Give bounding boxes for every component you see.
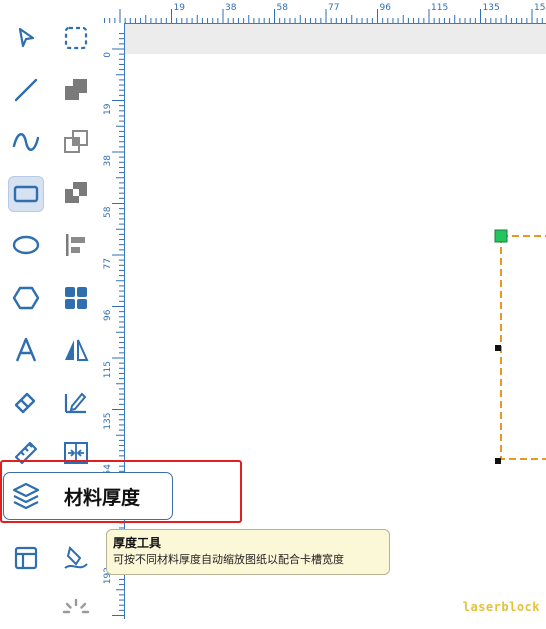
selection-bounds (500, 236, 546, 460)
ruler-top-label: 38 (225, 3, 237, 13)
ruler-left-label: 19 (103, 103, 113, 115)
grid-icon[interactable] (59, 281, 93, 315)
edit-node-icon[interactable] (59, 385, 93, 419)
subtract-icon[interactable] (59, 176, 93, 210)
brand-logo: laserblock (462, 600, 540, 614)
tooltip: 厚度工具 可按不同材料厚度自动缩放图纸以配合卡槽宽度 (106, 529, 390, 575)
intersect-icon[interactable] (59, 125, 93, 159)
resize-handle-left[interactable] (495, 345, 501, 351)
pen-tool-icon[interactable] (59, 541, 93, 575)
rectangle-icon[interactable] (8, 176, 44, 212)
material-thickness-label: 材料厚度 (64, 486, 141, 509)
line-icon[interactable] (9, 73, 43, 107)
ruler-top-label: 58 (277, 3, 289, 13)
layers-icon (12, 482, 40, 510)
ruler-left-label: 58 (103, 206, 113, 218)
ruler-top-label: 77 (328, 3, 339, 13)
tooltip-body: 可按不同材料厚度自动缩放图纸以配合卡槽宽度 (113, 553, 344, 566)
ruler-top-label: 154 (534, 3, 546, 13)
horizontal-ruler: 19 38 58 77 96 115 135 154 (100, 0, 546, 24)
ruler-left-label: 0 (103, 52, 113, 58)
ruler-top-label: 19 (174, 3, 186, 13)
rotation-handle[interactable] (494, 229, 508, 243)
loading-icon (59, 595, 93, 629)
ruler-left-label: 96 (103, 309, 113, 321)
material-thickness-button[interactable]: 材料厚度 (3, 472, 173, 520)
ruler-top-label: 135 (483, 3, 500, 13)
ellipse-icon[interactable] (9, 228, 43, 262)
align-left-icon[interactable] (59, 228, 93, 262)
canvas-margin (125, 24, 546, 54)
ruler-top-label: 96 (380, 3, 392, 13)
ruler-left-label: 38 (103, 155, 113, 167)
dashed-select-icon[interactable] (59, 21, 93, 55)
union-icon[interactable] (59, 73, 93, 107)
resize-handle-bottom-left[interactable] (495, 458, 501, 464)
pointer-icon[interactable] (9, 21, 43, 55)
ruler-left-label: 135 (103, 413, 113, 430)
mirror-icon[interactable] (59, 333, 93, 367)
curve-icon[interactable] (9, 125, 43, 159)
tooltip-title: 厚度工具 (113, 536, 162, 550)
layout-icon[interactable] (9, 541, 43, 575)
tool-panel (0, 0, 100, 619)
ruler-top-label: 115 (431, 3, 448, 13)
ruler-left-label: 77 (103, 258, 113, 269)
eraser-icon[interactable] (9, 385, 43, 419)
hexagon-icon[interactable] (9, 281, 43, 315)
text-icon[interactable] (9, 333, 43, 367)
ruler-left-label: 115 (103, 361, 113, 378)
